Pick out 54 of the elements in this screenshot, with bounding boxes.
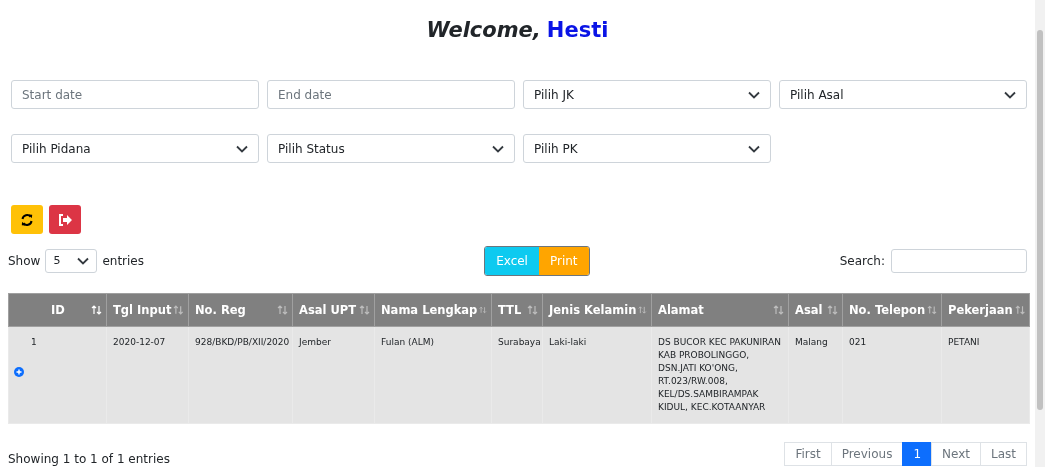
date-field[interactable]: Start date <box>11 80 259 109</box>
chevron-down-icon <box>492 144 504 153</box>
filter-dropdown[interactable]: Pilih JK <box>523 80 771 109</box>
page-button[interactable]: Next <box>931 442 981 467</box>
refresh-icon <box>20 212 34 227</box>
chevron-down-icon <box>748 144 760 153</box>
column-header[interactable]: Tgl Input <box>106 293 189 327</box>
entries-label: entries <box>102 253 144 268</box>
column-header[interactable]: Asal UPT <box>292 293 375 327</box>
column-header[interactable]: Nama Lengkap <box>374 293 492 327</box>
search-label: Search: <box>839 253 885 268</box>
page-button[interactable]: Previous <box>830 442 904 467</box>
filter-dropdown[interactable]: Pilih PK <box>523 134 771 163</box>
page-button[interactable]: 1 <box>902 442 933 467</box>
table-cell: Laki-laki <box>549 337 587 347</box>
column-header[interactable]: Pekerjaan <box>941 293 1030 327</box>
logout-button[interactable] <box>49 205 81 234</box>
table-cell: Surabaya <box>498 337 541 347</box>
filter-dropdown[interactable]: Pilih Pidana <box>11 134 259 163</box>
table-cell: Fulan (ALM) <box>381 337 434 347</box>
refresh-button[interactable] <box>11 205 43 234</box>
table-cell: Malang <box>795 337 828 347</box>
filter-dropdown[interactable]: Pilih Status <box>267 134 515 163</box>
table-cell: 928/BKD/PB/XII/2020 <box>195 337 290 347</box>
column-header[interactable]: Asal <box>788 293 843 327</box>
welcome-text: Welcome, <box>426 18 541 42</box>
table-cell: Jember <box>299 337 331 347</box>
chevron-down-icon <box>77 256 90 265</box>
column-header[interactable]: ID <box>8 293 107 327</box>
table-cell: 021 <box>849 337 867 347</box>
column-header[interactable]: Alamat <box>651 293 789 327</box>
scrollbar[interactable] <box>1035 0 1045 467</box>
table-cell: 2020-12-07 <box>113 337 166 347</box>
table-cell: 1 <box>31 337 37 347</box>
date-field[interactable]: End date <box>267 80 515 109</box>
table-cell: PETANI <box>948 337 980 347</box>
search-field[interactable] <box>891 248 1027 273</box>
expand-icon[interactable] <box>14 367 24 377</box>
table-cell: DS BUCOR KEC PAKUNIRAN KAB PROBOLINGGO, DSN.JATI KO'ONG, RT.023/RW.008, KEL/DS.SAMBIRAMPAK KIDUL, KEC.KOTAANYAR <box>658 337 781 413</box>
column-header[interactable]: TTL <box>491 293 543 327</box>
chevron-down-icon <box>236 144 248 153</box>
entries-info: Showing 1 to 1 of 1 entries <box>8 452 170 467</box>
column-header[interactable]: No. Reg <box>188 293 293 327</box>
user-name: Hesti <box>546 18 609 42</box>
chevron-down-icon <box>748 90 760 99</box>
column-header[interactable]: No. Telepon <box>842 293 942 327</box>
page-button[interactable]: Last <box>980 442 1027 467</box>
filter-dropdown[interactable]: Pilih Asal <box>779 80 1027 109</box>
chevron-down-icon <box>1004 90 1016 99</box>
entries-dropdown[interactable]: 5 <box>45 248 98 273</box>
sign-out-icon <box>58 213 72 226</box>
show-label: Show <box>8 253 41 268</box>
page-button[interactable]: First <box>784 442 832 467</box>
column-header[interactable]: Jenis Kelamin <box>542 293 652 327</box>
